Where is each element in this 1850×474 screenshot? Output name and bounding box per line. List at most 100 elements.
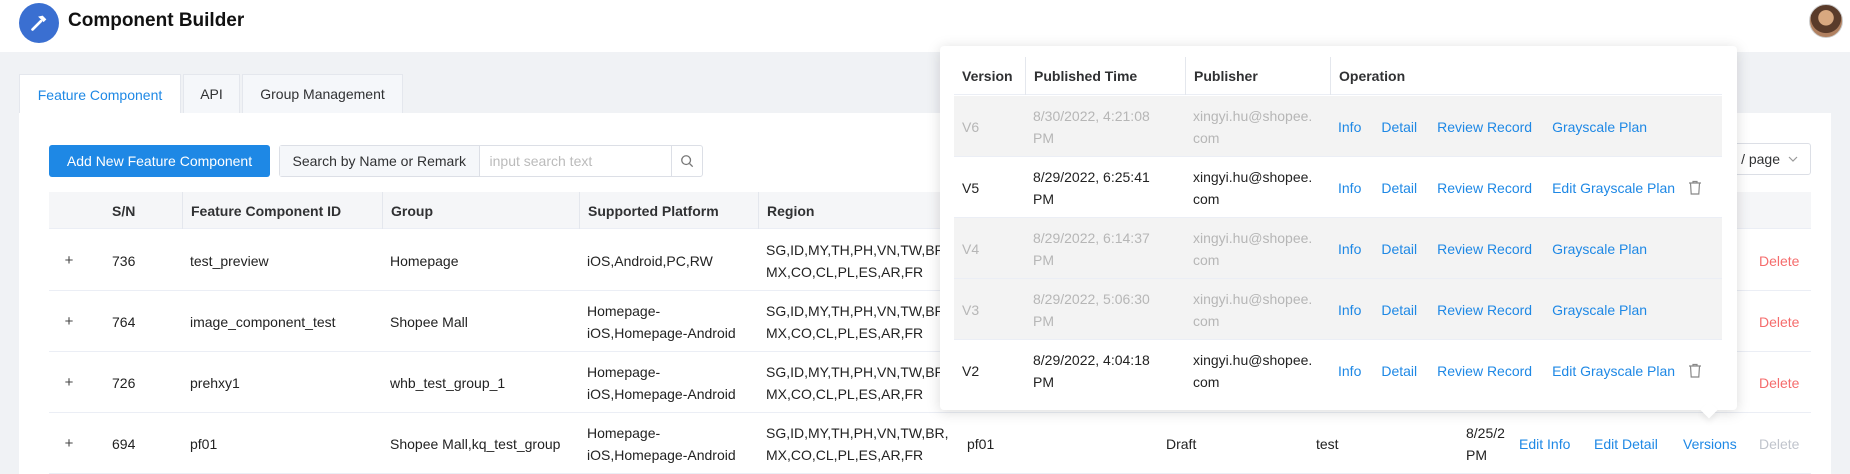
cell-version: V2 <box>962 362 980 379</box>
expand-row-button[interactable]: + <box>59 352 79 413</box>
cell-published-time: 8/29/2022, 4:04:18 PM <box>1033 351 1150 390</box>
hammer-icon[interactable] <box>19 3 59 43</box>
cell-id: pf01 <box>190 435 218 452</box>
operations: Info Detail Review Record Grayscale Plan <box>1338 96 1667 157</box>
delete-button[interactable]: Delete <box>1751 413 1799 474</box>
operations: Info Detail Review Record Grayscale Plan <box>1338 279 1667 340</box>
column-version: Version <box>962 68 1013 84</box>
cell-platform: Homepage-iOS,Homepage-Android <box>587 424 736 463</box>
trash-icon[interactable] <box>1688 157 1702 218</box>
cell-id: test_preview <box>190 252 269 269</box>
info-link[interactable]: Info <box>1338 363 1361 379</box>
column-operation: Operation <box>1330 57 1405 95</box>
detail-link[interactable]: Detail <box>1381 180 1417 196</box>
detail-link[interactable]: Detail <box>1381 302 1417 318</box>
expand-row-button[interactable]: + <box>59 413 79 474</box>
review-record-link[interactable]: Review Record <box>1437 302 1532 318</box>
tab-api[interactable]: API <box>183 74 240 114</box>
cell-sn: 694 <box>112 435 136 452</box>
detail-link[interactable]: Detail <box>1381 119 1417 135</box>
cell-sn: 736 <box>112 252 136 269</box>
avatar[interactable] <box>1809 4 1843 38</box>
edit-grayscale-plan-link[interactable]: Edit Grayscale Plan <box>1552 180 1675 196</box>
column-group: Group <box>382 192 433 229</box>
delete-button[interactable]: Delete <box>1751 230 1799 291</box>
column-region: Region <box>758 192 814 229</box>
table-row: + 694 pf01 Shopee Mall,kq_test_group Hom… <box>49 413 1811 474</box>
version-row: V5 8/29/2022, 6:25:41 PM xingyi.hu@shopee… <box>954 157 1722 218</box>
review-record-link[interactable]: Review Record <box>1437 363 1532 379</box>
cell-id: prehxy1 <box>190 374 240 391</box>
operations: Info Detail Review Record Edit Grayscale… <box>1338 157 1695 218</box>
edit-grayscale-plan-link[interactable]: Edit Grayscale Plan <box>1552 363 1675 379</box>
cell-platform: iOS,Android,PC,RW <box>587 252 713 269</box>
cell-publisher: xingyi.hu@shopee. com <box>1193 168 1313 207</box>
column-supported-platform: Supported Platform <box>579 192 719 229</box>
search-icon[interactable] <box>671 146 702 176</box>
grayscale-plan-link[interactable]: Grayscale Plan <box>1552 241 1647 257</box>
info-link[interactable]: Info <box>1338 302 1361 318</box>
column-feature-component-id: Feature Component ID <box>182 192 341 229</box>
review-record-link[interactable]: Review Record <box>1437 241 1532 257</box>
cell-region: SG,ID,MY,TH,PH,VN,TW,BR, MX,CO,CL,PL,ES,A… <box>766 363 949 402</box>
cell-name: pf01 <box>967 435 995 452</box>
cell-published-time: 8/29/2022, 6:25:41 PM <box>1033 168 1150 207</box>
cell-region: SG,ID,MY,TH,PH,VN,TW,BR, MX,CO,CL,PL,ES,A… <box>766 302 949 341</box>
tab-group-management[interactable]: Group Management <box>242 74 403 114</box>
cell-sn: 726 <box>112 374 136 391</box>
column-sn: S/N <box>112 202 136 219</box>
cell-publisher: xingyi.hu@shopee. com <box>1193 229 1313 268</box>
detail-link[interactable]: Detail <box>1381 241 1417 257</box>
operations: Info Detail Review Record Grayscale Plan <box>1338 218 1667 279</box>
edit-detail-button[interactable]: Edit Detail <box>1586 413 1658 474</box>
info-link[interactable]: Info <box>1338 119 1361 135</box>
expand-row-button[interactable]: + <box>59 230 79 291</box>
delete-button[interactable]: Delete <box>1751 291 1799 352</box>
search-input[interactable] <box>479 146 672 176</box>
cell-sn: 764 <box>112 313 136 330</box>
cell-id: image_component_test <box>190 313 336 330</box>
version-row: V4 8/29/2022, 6:14:37 PM xingyi.hu@shopee… <box>954 218 1722 279</box>
cell-version: V3 <box>962 301 980 318</box>
grayscale-plan-link[interactable]: Grayscale Plan <box>1552 302 1647 318</box>
cell-published-time: 8/30/2022, 4:21:08 PM <box>1033 107 1150 146</box>
cell-group: Shopee Mall <box>390 313 468 330</box>
search-box: Search by Name or Remark <box>279 145 703 177</box>
search-field-label[interactable]: Search by Name or Remark <box>280 146 480 176</box>
detail-link[interactable]: Detail <box>1381 363 1417 379</box>
info-link[interactable]: Info <box>1338 180 1361 196</box>
tab-feature-component[interactable]: Feature Component <box>19 74 181 115</box>
version-row: V6 8/30/2022, 4:21:08 PM xingyi.hu@shopee… <box>954 96 1722 157</box>
cell-published-time: 8/29/2022, 5:06:30 PM <box>1033 290 1150 329</box>
column-published-time: Published Time <box>1025 57 1137 95</box>
page-size-label: / page <box>1741 151 1780 167</box>
cell-version: V5 <box>962 179 980 196</box>
cell-publisher: xingyi.hu@shopee. com <box>1193 351 1313 390</box>
cell-group: Homepage <box>390 252 459 269</box>
cell-region: SG,ID,MY,TH,PH,VN,TW,BR, MX,CO,CL,PL,ES,A… <box>766 241 949 280</box>
versions-button[interactable]: Versions <box>1675 413 1737 474</box>
info-link[interactable]: Info <box>1338 241 1361 257</box>
expand-row-button[interactable]: + <box>59 291 79 352</box>
status-badge: Draft <box>1166 435 1197 452</box>
app-title: Component Builder <box>68 10 245 31</box>
grayscale-plan-link[interactable]: Grayscale Plan <box>1552 119 1647 135</box>
edit-info-button[interactable]: Edit Info <box>1511 413 1570 474</box>
trash-icon[interactable] <box>1688 340 1702 401</box>
cell-published-time: 8/29/2022, 6:14:37 PM <box>1033 229 1150 268</box>
delete-button[interactable]: Delete <box>1751 352 1799 413</box>
cell-platform: Homepage-iOS,Homepage-Android <box>587 302 736 341</box>
cell-version: V6 <box>962 118 980 135</box>
chevron-down-icon <box>1788 156 1798 162</box>
cell-publisher: xingyi.hu@shopee. com <box>1193 290 1313 329</box>
column-publisher: Publisher <box>1185 57 1258 95</box>
cell-group: Shopee Mall,kq_test_group <box>390 435 561 452</box>
add-feature-component-button[interactable]: Add New Feature Component <box>49 145 270 177</box>
operations: Info Detail Review Record Edit Grayscale… <box>1338 340 1695 401</box>
cell-publisher: xingyi.hu@shopee. com <box>1193 107 1313 146</box>
versions-table-header: Version Published Time Publisher Operati… <box>954 57 1722 95</box>
review-record-link[interactable]: Review Record <box>1437 119 1532 135</box>
review-record-link[interactable]: Review Record <box>1437 180 1532 196</box>
cell-platform: Homepage-iOS,Homepage-Android <box>587 363 736 402</box>
cell-group: whb_test_group_1 <box>390 374 506 391</box>
